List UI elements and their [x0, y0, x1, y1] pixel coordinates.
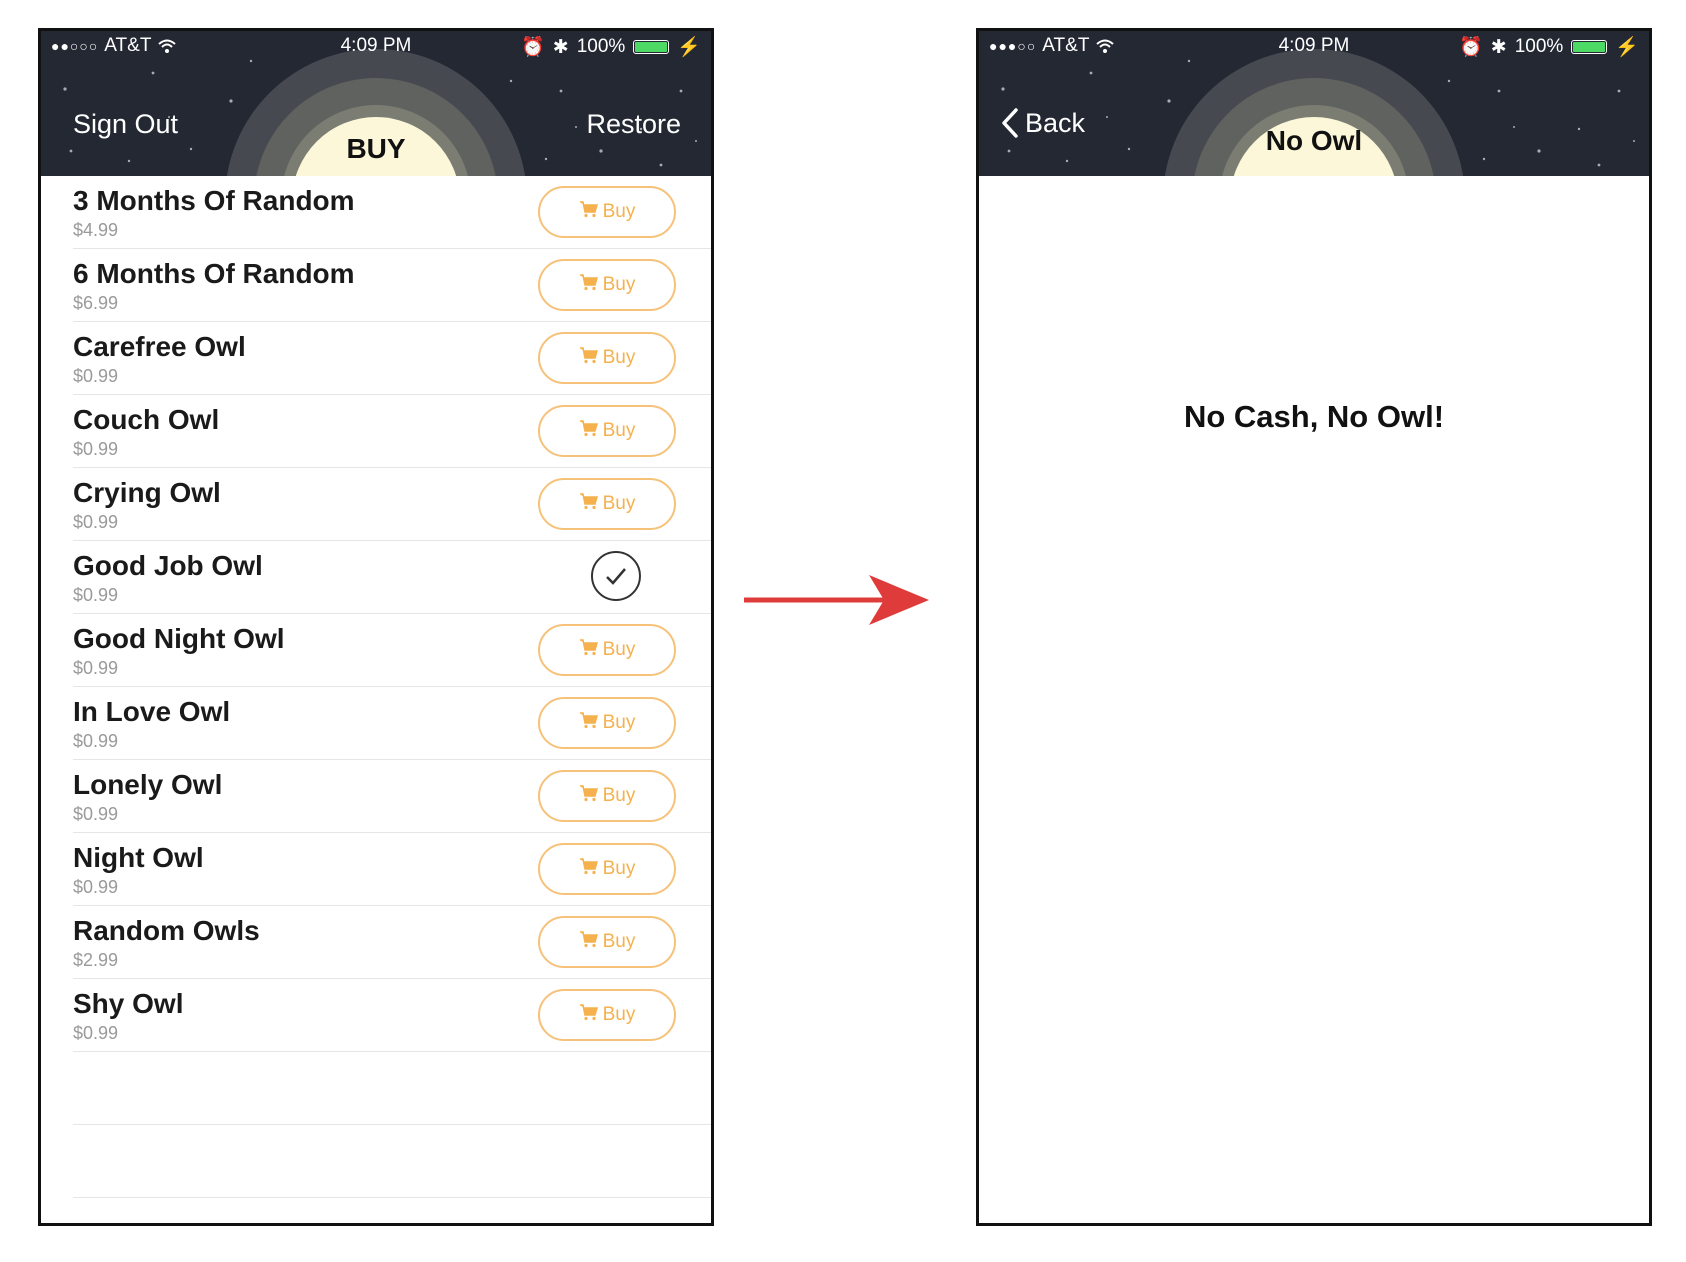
buy-button[interactable]: Buy	[538, 770, 676, 822]
cart-icon	[579, 346, 599, 370]
product-row: Couch Owl $0.99 Buy	[73, 395, 711, 468]
product-name: 3 Months Of Random	[73, 185, 355, 216]
buy-label: Buy	[602, 274, 636, 295]
charging-icon: ⚡	[1615, 37, 1639, 58]
back-button[interactable]: Back	[1001, 107, 1085, 139]
product-row: 6 Months Of Random $6.99 Buy	[73, 249, 711, 322]
header: No Owl ●●●○○ AT&T 4:09 PM ⏰ ✱ 100% ⚡ Bac…	[979, 31, 1649, 176]
product-row: Carefree Owl $0.99 Buy	[73, 322, 711, 395]
cart-icon	[579, 419, 599, 443]
empty-row	[73, 1052, 711, 1125]
buy-label: Buy	[602, 712, 636, 733]
product-row: Lonely Owl $0.99 Buy	[73, 760, 711, 833]
product-price: $0.99	[73, 512, 119, 532]
buy-label: Buy	[602, 858, 636, 879]
buy-button[interactable]: Buy	[538, 478, 676, 530]
product-name: Lonely Owl	[73, 769, 223, 800]
back-label: Back	[1025, 107, 1086, 138]
product-row: Crying Owl $0.99 Buy	[73, 468, 711, 541]
alarm-icon: ⏰	[1459, 37, 1483, 58]
buy-button[interactable]: Buy	[538, 186, 676, 238]
bluetooth-icon: ✱	[552, 36, 569, 58]
product-row: Random Owls $2.99 Buy	[73, 906, 711, 979]
buy-button[interactable]: Buy	[538, 624, 676, 676]
product-price: $0.99	[73, 1023, 119, 1043]
product-row: Good Job Owl $0.99	[73, 541, 711, 614]
product-price: $0.99	[73, 804, 119, 824]
sign-out-button[interactable]: Sign Out	[73, 109, 178, 140]
buy-button[interactable]: Buy	[538, 843, 676, 895]
buy-label: Buy	[602, 201, 636, 222]
product-row: Good Night Owl $0.99 Buy	[73, 614, 711, 687]
buy-button[interactable]: Buy	[538, 697, 676, 749]
battery-icon	[633, 40, 670, 54]
product-list: 3 Months Of Random $4.99 Buy 6 Months Of Ra…	[41, 176, 711, 1198]
product-price: $0.99	[73, 877, 119, 897]
bluetooth-icon: ✱	[1490, 36, 1507, 58]
product-price: $0.99	[73, 731, 119, 751]
cart-icon	[579, 638, 599, 662]
cart-icon	[579, 492, 599, 516]
product-row: 3 Months Of Random $4.99 Buy	[73, 176, 711, 249]
cart-icon	[579, 273, 599, 297]
transition-arrow-icon	[744, 575, 929, 625]
cart-icon	[579, 857, 599, 881]
product-name: Crying Owl	[73, 477, 221, 508]
no-owl-screen: No Owl ●●●○○ AT&T 4:09 PM ⏰ ✱ 100% ⚡ Bac…	[976, 28, 1652, 1226]
empty-row	[73, 1125, 711, 1198]
product-name: In Love Owl	[73, 696, 231, 727]
buy-label: Buy	[602, 931, 636, 952]
buy-label: Buy	[602, 785, 636, 806]
product-row: Shy Owl $0.99 Buy	[73, 979, 711, 1052]
product-name: Shy Owl	[73, 988, 184, 1019]
product-price: $0.99	[73, 439, 119, 459]
product-name: Carefree Owl	[73, 331, 246, 362]
product-row: In Love Owl $0.99 Buy	[73, 687, 711, 760]
product-name: Random Owls	[73, 915, 260, 946]
product-price: $2.99	[73, 950, 119, 970]
cart-icon	[579, 784, 599, 808]
alarm-icon: ⏰	[521, 37, 545, 58]
buy-label: Buy	[602, 420, 636, 441]
buy-label: Buy	[602, 1004, 636, 1025]
buy-button[interactable]: Buy	[538, 259, 676, 311]
battery-icon	[1571, 40, 1608, 54]
cart-icon	[579, 200, 599, 224]
cart-icon	[579, 930, 599, 954]
buy-label: Buy	[602, 639, 636, 660]
product-name: 6 Months Of Random	[73, 258, 355, 289]
product-name: Night Owl	[73, 842, 204, 873]
empty-state-message: No Cash, No Owl!	[1183, 399, 1445, 434]
buy-label: Buy	[602, 493, 636, 514]
product-name: Couch Owl	[73, 404, 220, 435]
buy-label: Buy	[602, 347, 636, 368]
product-name: Good Night Owl	[73, 623, 285, 654]
product-row: Night Owl $0.99 Buy	[73, 833, 711, 906]
product-price: $6.99	[73, 293, 119, 313]
cart-icon	[579, 711, 599, 735]
buy-button[interactable]: Buy	[538, 916, 676, 968]
buy-screen: BUY ●●○○○ AT&T 4:09 PM ⏰ ✱ 100% ⚡ Sign O…	[38, 28, 714, 1226]
chevron-left-icon	[1002, 108, 1018, 138]
charging-icon: ⚡	[677, 37, 701, 58]
product-price: $0.99	[73, 366, 119, 386]
product-name: Good Job Owl	[73, 550, 263, 581]
restore-button[interactable]: Restore	[586, 109, 681, 140]
product-price: $0.99	[73, 658, 119, 678]
product-price: $0.99	[73, 585, 119, 605]
purchased-check-icon	[591, 551, 641, 601]
buy-button[interactable]: Buy	[538, 332, 676, 384]
product-price: $4.99	[73, 220, 119, 240]
cart-icon	[579, 1003, 599, 1027]
header: BUY ●●○○○ AT&T 4:09 PM ⏰ ✱ 100% ⚡ Sign O…	[41, 31, 711, 176]
battery-percent: 100%	[1514, 36, 1564, 57]
battery-percent: 100%	[576, 36, 626, 57]
status-bar: ●●●○○ AT&T 4:09 PM ⏰ ✱ 100% ⚡	[979, 31, 1649, 63]
status-bar: ●●○○○ AT&T 4:09 PM ⏰ ✱ 100% ⚡	[41, 31, 711, 63]
buy-button[interactable]: Buy	[538, 405, 676, 457]
buy-button[interactable]: Buy	[538, 989, 676, 1041]
